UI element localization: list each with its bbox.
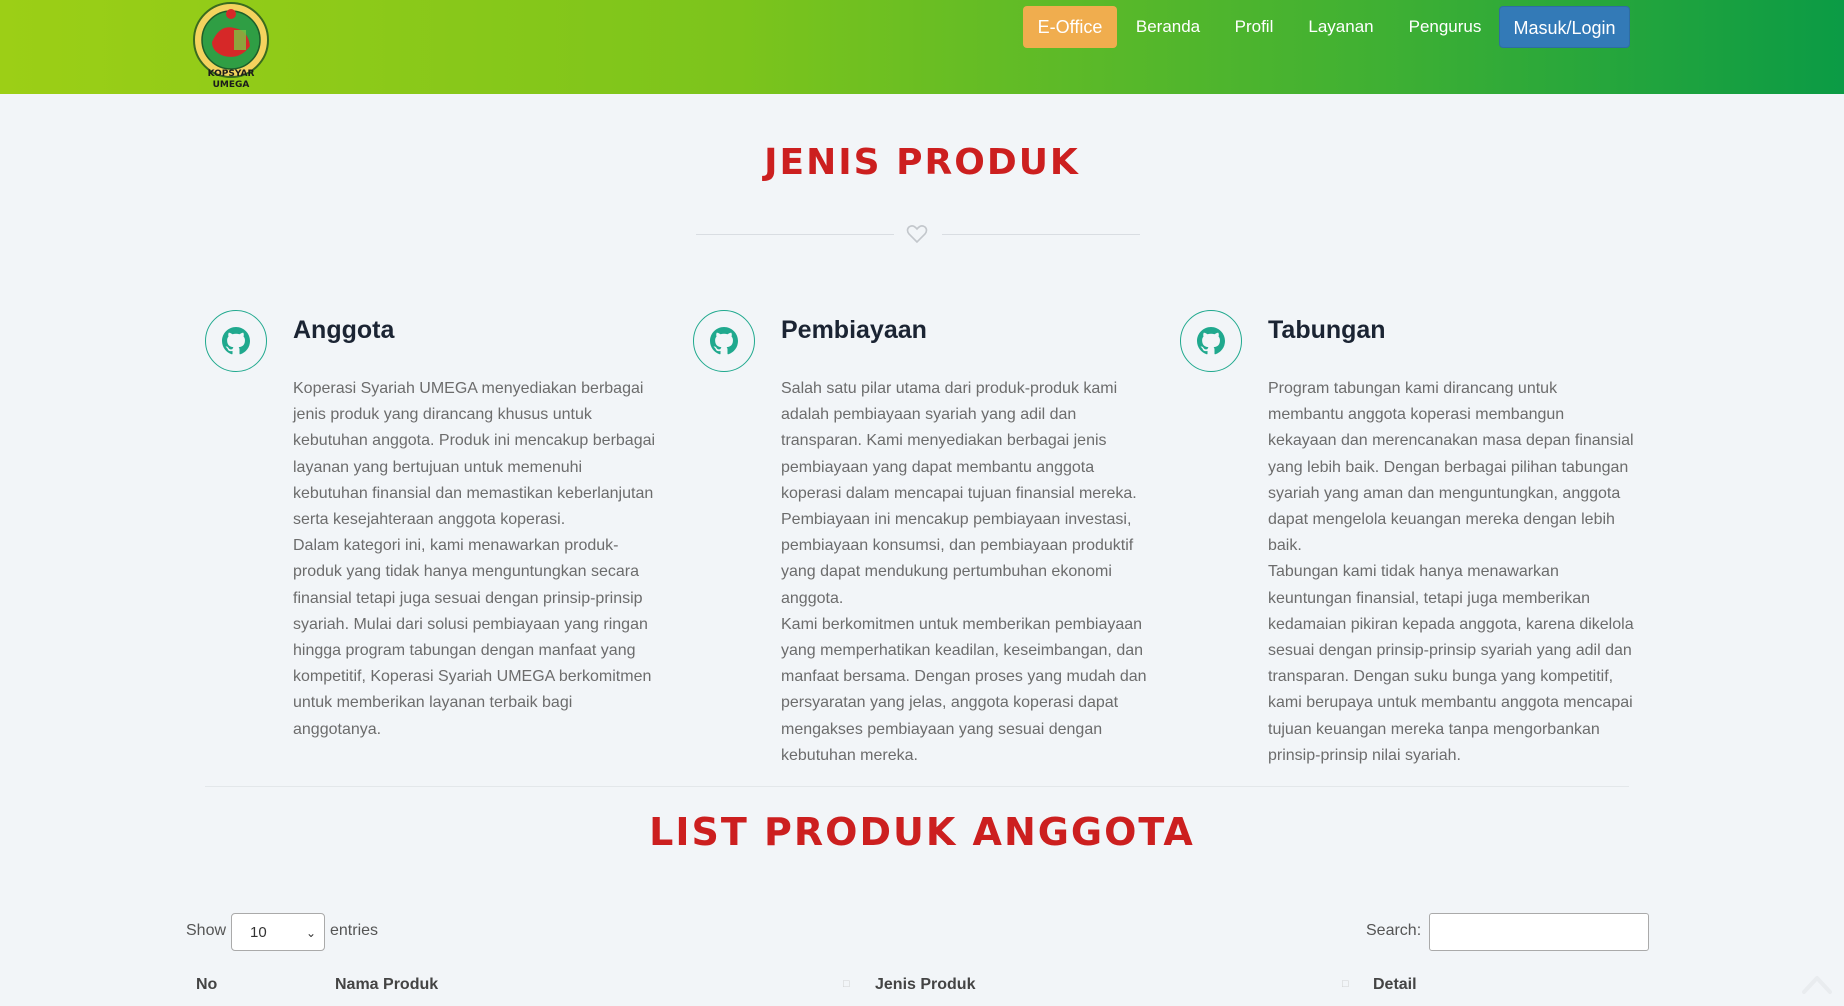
divider-right	[942, 234, 1140, 235]
feature-title: Pembiayaan	[781, 316, 927, 344]
top-navbar: KOPSYAR UMEGA E-Office Beranda Profil La…	[0, 0, 1844, 94]
scroll-to-top-icon[interactable]	[1800, 968, 1834, 998]
sort-icon[interactable]: □	[1342, 978, 1349, 990]
nav-layanan[interactable]: Layanan	[1302, 6, 1380, 48]
search-label: Search:	[1366, 922, 1422, 939]
divider-left	[696, 234, 894, 235]
github-icon	[693, 310, 755, 372]
entries-label: entries	[330, 922, 379, 939]
eoffice-button[interactable]: E-Office	[1023, 6, 1117, 48]
svg-text:UMEGA: UMEGA	[213, 80, 250, 90]
entries-length-select[interactable]: 10 ⌄	[231, 913, 325, 951]
feature-description: Salah satu pilar utama dari produk-produ…	[781, 380, 1147, 764]
column-header-detail[interactable]: Detail	[1373, 976, 1417, 994]
chevron-down-icon: ⌄	[305, 926, 316, 940]
column-header-no[interactable]: No	[196, 976, 217, 994]
nav-profil[interactable]: Profil	[1228, 6, 1280, 48]
feature-description: Program tabungan kami dirancang untuk me…	[1268, 380, 1634, 764]
section-divider	[205, 786, 1629, 787]
section-title-list-produk: LIST PRODUK ANGGOTA	[649, 810, 1195, 854]
github-icon	[1180, 310, 1242, 372]
search-input[interactable]	[1429, 913, 1649, 951]
column-header-jenis-produk[interactable]: Jenis Produk	[875, 976, 975, 994]
feature-title: Tabungan	[1268, 316, 1386, 344]
github-icon	[205, 310, 267, 372]
koperasi-logo[interactable]: KOPSYAR UMEGA	[190, 0, 272, 90]
show-label: Show	[186, 922, 227, 939]
nav-beranda[interactable]: Beranda	[1124, 6, 1212, 48]
column-header-nama-produk[interactable]: Nama Produk	[335, 976, 438, 994]
nav-pengurus[interactable]: Pengurus	[1403, 6, 1487, 48]
sort-icon[interactable]: □	[843, 978, 850, 990]
section-title-jenis-produk: JENIS PRODUK	[764, 142, 1080, 183]
heart-icon	[906, 224, 928, 244]
login-button[interactable]: Masuk/Login	[1499, 6, 1630, 48]
feature-title: Anggota	[293, 316, 395, 344]
svg-text:KOPSYAR: KOPSYAR	[208, 69, 255, 79]
feature-description: Koperasi Syariah UMEGA menyediakan berba…	[293, 380, 656, 738]
